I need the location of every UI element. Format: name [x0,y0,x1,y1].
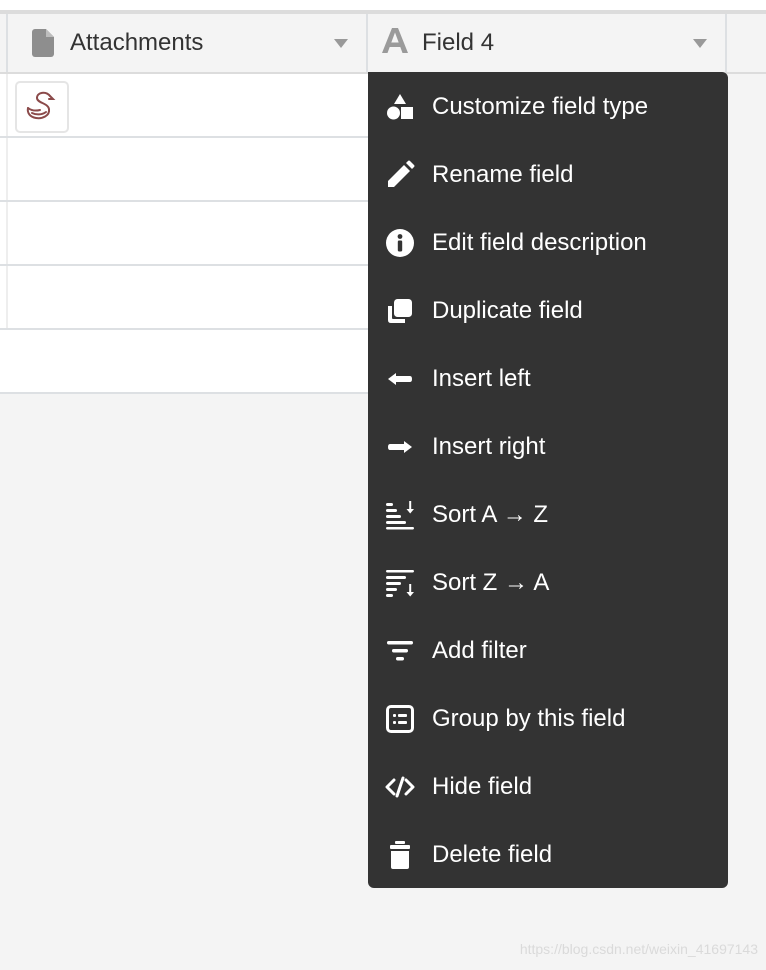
hide-icon [384,771,416,803]
column-header-label: Attachments [70,29,204,56]
menu-item-add-filter[interactable]: Add filter [368,617,728,685]
row-divider [6,138,8,200]
text-field-icon [382,27,408,59]
menu-item-edit-field-description[interactable]: Edit field description [368,209,728,277]
menu-item-rename-field[interactable]: Rename field [368,141,728,209]
row-divider [6,74,8,136]
table-row[interactable] [0,138,368,202]
row-divider [6,266,8,328]
table-row[interactable] [0,266,368,330]
table-row[interactable] [0,330,368,394]
menu-item-label: Group by this field [432,705,626,732]
field-context-menu: Customize field type Rename field Edit f… [368,72,728,888]
info-icon [384,227,416,259]
menu-item-duplicate-field[interactable]: Duplicate field [368,277,728,345]
column-header-label: Field 4 [422,29,495,56]
column-header-attachments[interactable]: Attachments [8,14,366,72]
menu-item-sort-a-z[interactable]: Sort A → Z [368,481,728,549]
chevron-down-icon[interactable] [693,39,707,48]
menu-item-sort-z-a[interactable]: Sort Z → A [368,549,728,617]
watermark: https://blog.csdn.net/weixin_41697143 [519,941,758,957]
menu-item-label: Customize field type [432,93,649,120]
menu-item-label: Rename field [432,161,574,188]
arrow-left-icon [384,363,416,395]
menu-item-delete-field[interactable]: Delete field [368,821,728,889]
menu-item-group-by-field[interactable]: Group by this field [368,685,728,753]
filter-icon [384,635,416,667]
table-row[interactable] [0,74,368,138]
group-icon [384,703,416,735]
column-divider [725,14,727,72]
attachment-thumbnail[interactable] [15,81,69,133]
table-row[interactable] [0,202,368,266]
file-icon [32,29,54,57]
menu-item-label: Add filter [432,637,527,664]
menu-item-label: Sort A → Z [432,501,549,528]
trash-icon [384,839,416,871]
shapes-icon [384,91,416,123]
sort-descending-icon [384,567,416,599]
menu-item-label: Edit field description [432,229,647,256]
top-strip [0,0,766,10]
menu-item-label: Insert right [432,433,546,460]
menu-item-label: Hide field [432,773,533,800]
arrow-right-icon [384,431,416,463]
menu-item-label: Duplicate field [432,297,583,324]
menu-item-customize-field-type[interactable]: Customize field type [368,73,728,141]
menu-item-insert-left[interactable]: Insert left [368,345,728,413]
row-divider [6,202,8,264]
column-header-field-4[interactable]: Field 4 [368,14,725,72]
pencil-icon [384,159,416,191]
menu-item-label: Sort Z → A [432,569,550,596]
menu-item-hide-field[interactable]: Hide field [368,753,728,821]
chevron-down-icon[interactable] [334,39,348,48]
table-body [0,74,368,394]
menu-item-label: Delete field [432,841,553,868]
swan-icon [26,91,56,120]
sort-ascending-icon [384,499,416,531]
menu-item-insert-right[interactable]: Insert right [368,413,728,481]
duplicate-icon [384,295,416,327]
menu-item-label: Insert left [432,365,531,392]
